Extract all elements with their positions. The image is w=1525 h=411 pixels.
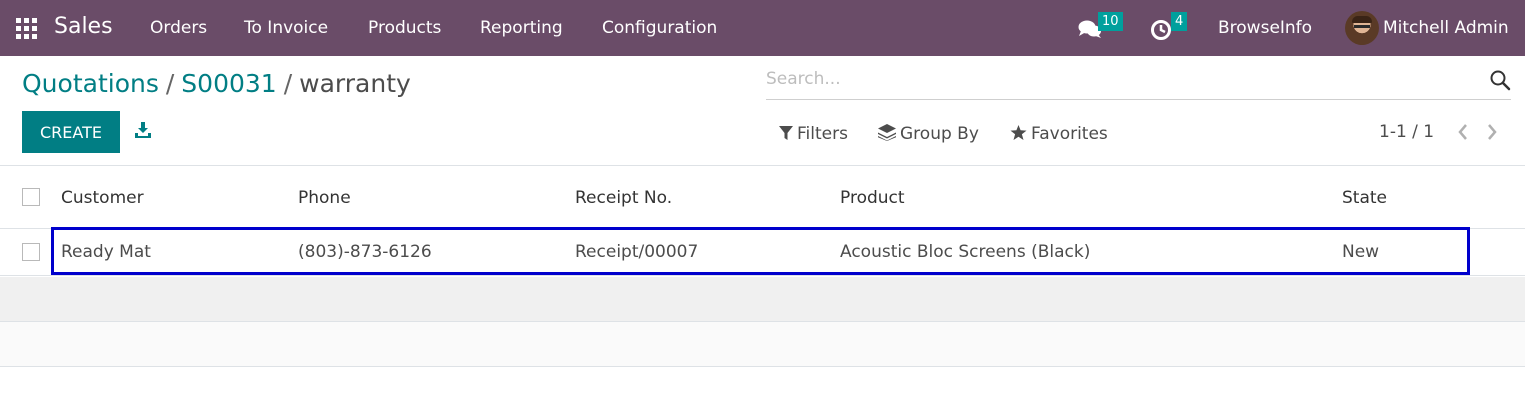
- filter-icon: [779, 126, 793, 140]
- breadcrumb-quotations[interactable]: Quotations: [22, 69, 159, 98]
- search-input[interactable]: [766, 65, 1466, 93]
- menu-reporting[interactable]: Reporting: [480, 17, 563, 39]
- breadcrumb: Quotations / S00031/warranty: [22, 68, 411, 100]
- chevron-left-icon[interactable]: [1456, 122, 1470, 142]
- group-by-label: Group By: [900, 124, 979, 144]
- messages-count-badge: 10: [1098, 12, 1123, 31]
- breadcrumb-separator: /: [283, 69, 293, 98]
- filters-button[interactable]: Filters: [779, 123, 848, 145]
- row-divider: [0, 366, 1525, 367]
- user-menu[interactable]: Mitchell Admin: [1383, 17, 1509, 39]
- chevron-right-icon[interactable]: [1485, 122, 1499, 142]
- breadcrumb-order[interactable]: S00031: [181, 69, 276, 98]
- top-navbar: Sales Orders To Invoice Products Reporti…: [0, 0, 1525, 56]
- menu-to-invoice[interactable]: To Invoice: [244, 17, 328, 39]
- apps-grid-icon[interactable]: [16, 18, 37, 39]
- empty-row: [0, 277, 1525, 321]
- layers-icon: [878, 124, 896, 141]
- empty-row: [0, 322, 1525, 366]
- search-icon[interactable]: [1489, 69, 1511, 91]
- filters-label: Filters: [797, 124, 848, 144]
- row-divider: [0, 275, 1525, 276]
- pager-value[interactable]: 1-1 / 1: [1379, 121, 1434, 143]
- menu-products[interactable]: Products: [368, 17, 441, 39]
- clock-icon: [1151, 20, 1171, 40]
- cell-state: New: [1342, 242, 1380, 262]
- select-all-checkbox[interactable]: [22, 188, 40, 206]
- menu-configuration[interactable]: Configuration: [602, 17, 717, 39]
- page-title: warranty: [299, 69, 411, 98]
- search-bar: [766, 59, 1511, 100]
- messages-button[interactable]: 10: [1076, 12, 1132, 46]
- create-button[interactable]: CREATE: [22, 111, 120, 153]
- column-header-customer[interactable]: Customer: [61, 187, 144, 209]
- table-row[interactable]: [0, 229, 1525, 275]
- column-header-state[interactable]: State: [1342, 187, 1387, 209]
- column-header-receipt[interactable]: Receipt No.: [575, 187, 672, 209]
- app-brand[interactable]: Sales: [54, 13, 113, 41]
- cell-customer: Ready Mat: [61, 242, 151, 262]
- favorites-button[interactable]: Favorites: [1010, 123, 1108, 145]
- cell-product: Acoustic Bloc Screens (Black): [840, 242, 1091, 262]
- company-switcher[interactable]: BrowseInfo: [1218, 17, 1312, 39]
- control-panel-divider: [0, 165, 1525, 166]
- favorites-label: Favorites: [1031, 124, 1108, 144]
- cell-phone: (803)-873-6126: [298, 242, 432, 262]
- column-header-phone[interactable]: Phone: [298, 187, 351, 209]
- group-by-button[interactable]: Group By: [878, 123, 979, 145]
- menu-orders[interactable]: Orders: [150, 17, 207, 39]
- activities-count-badge: 4: [1171, 12, 1188, 31]
- star-icon: [1010, 125, 1027, 140]
- row-checkbox[interactable]: [22, 243, 40, 261]
- avatar[interactable]: [1345, 11, 1379, 45]
- download-icon[interactable]: [134, 121, 152, 139]
- activities-button[interactable]: 4: [1150, 12, 1198, 46]
- column-header-product[interactable]: Product: [840, 187, 905, 209]
- cell-receipt: Receipt/00007: [575, 242, 699, 262]
- breadcrumb-separator: /: [165, 69, 175, 98]
